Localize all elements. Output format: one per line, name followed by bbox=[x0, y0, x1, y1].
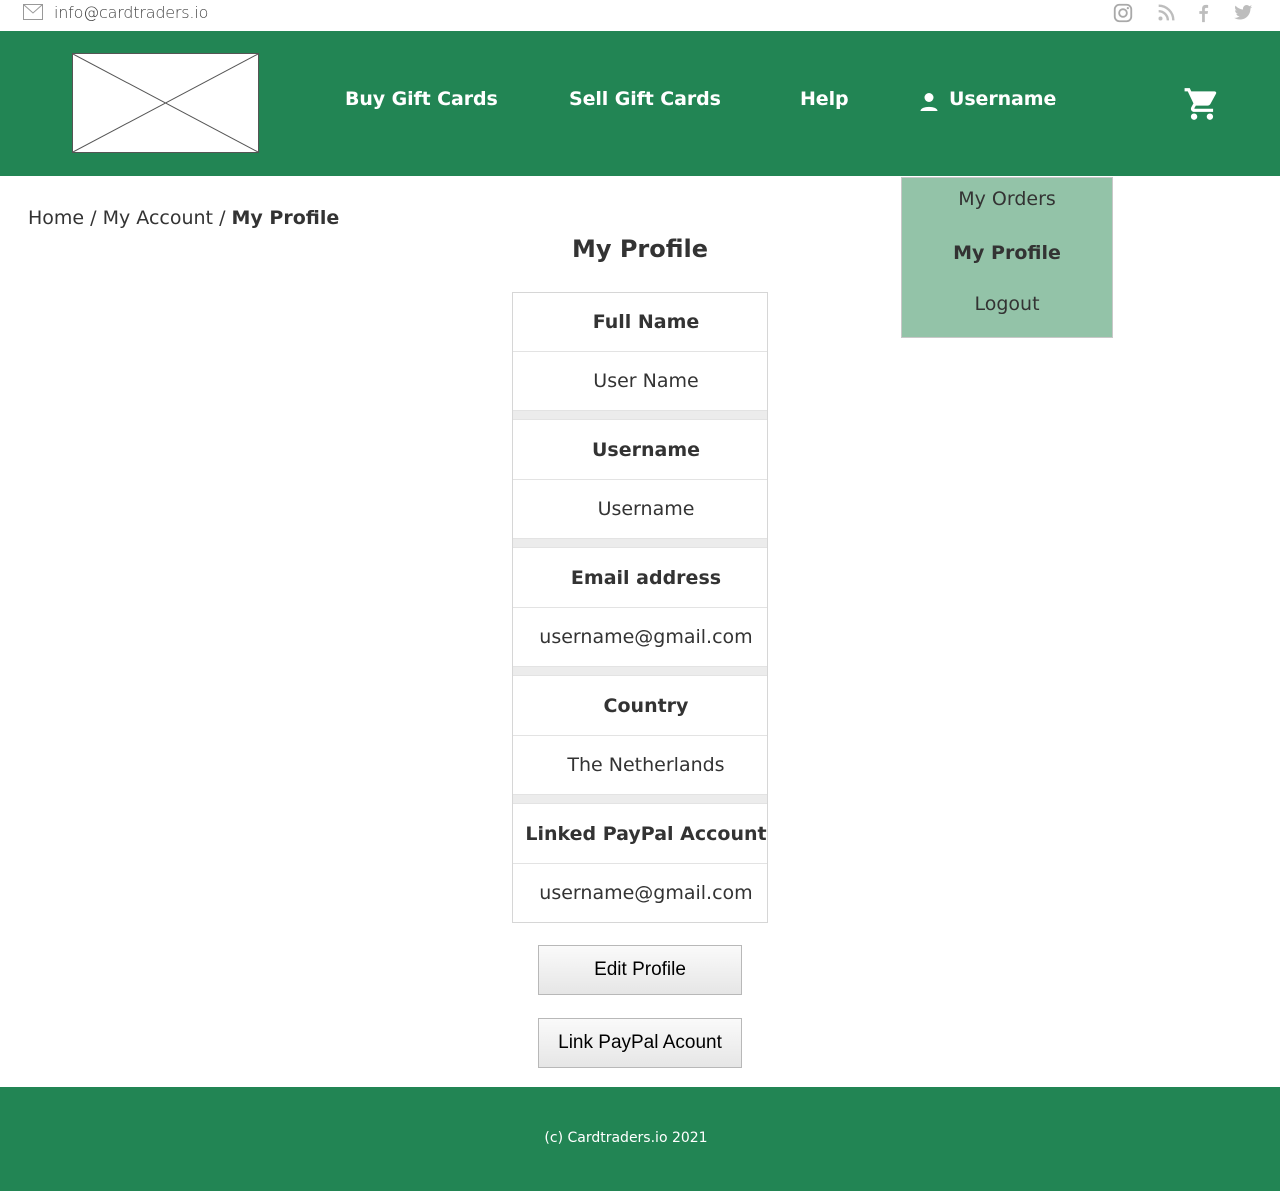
nav-buy-gift-cards[interactable]: Buy Gift Cards bbox=[345, 88, 498, 110]
footer-copyright: (c) Cardtraders.io 2021 bbox=[544, 1130, 708, 1146]
footer: (c) Cardtraders.io 2021 bbox=[0, 1087, 1280, 1191]
breadcrumb-current: My Profile bbox=[231, 207, 340, 229]
rss-icon[interactable] bbox=[1154, 2, 1178, 24]
main-header: Buy Gift Cards Sell Gift Cards Help User… bbox=[0, 31, 1280, 176]
field-separator bbox=[513, 794, 767, 804]
email-label: Email address bbox=[570, 567, 722, 589]
page-title: My Profile bbox=[571, 235, 709, 263]
dropdown-item-my-profile[interactable]: My Profile bbox=[902, 242, 1112, 264]
breadcrumb-separator: / bbox=[219, 207, 226, 229]
row-divider bbox=[513, 607, 767, 608]
profile-details: Full Name User Name Username Username Em… bbox=[512, 292, 768, 923]
nav-sell-gift-cards[interactable]: Sell Gift Cards bbox=[569, 88, 721, 110]
paypal-account-value: username@gmail.com bbox=[539, 882, 753, 904]
user-icon[interactable] bbox=[918, 91, 940, 113]
row-divider bbox=[513, 735, 767, 736]
cart-icon[interactable] bbox=[1183, 85, 1221, 123]
field-separator bbox=[513, 666, 767, 676]
full-name-value: User Name bbox=[593, 370, 699, 392]
breadcrumb-separator: / bbox=[90, 207, 97, 229]
breadcrumb-home[interactable]: Home bbox=[28, 207, 84, 229]
nav-username-menu[interactable]: Username bbox=[949, 88, 1056, 110]
paypal-account-label: Linked PayPal Account bbox=[525, 823, 767, 845]
edit-profile-button[interactable]: Edit Profile bbox=[538, 945, 742, 995]
full-name-label: Full Name bbox=[592, 311, 700, 333]
breadcrumb: Home / My Account / My Profile bbox=[28, 207, 339, 229]
user-dropdown-menu: My Orders My Profile Logout bbox=[901, 177, 1113, 338]
field-separator bbox=[513, 538, 767, 548]
twitter-icon[interactable] bbox=[1231, 2, 1255, 24]
dropdown-item-my-orders[interactable]: My Orders bbox=[902, 188, 1112, 210]
field-separator bbox=[513, 410, 767, 420]
email-value: username@gmail.com bbox=[539, 626, 753, 648]
mail-icon bbox=[23, 4, 43, 20]
dropdown-item-logout[interactable]: Logout bbox=[902, 293, 1112, 315]
username-label: Username bbox=[591, 439, 701, 461]
contact-email-link[interactable]: info@cardtraders.io bbox=[54, 3, 208, 22]
breadcrumb-my-account[interactable]: My Account bbox=[103, 207, 213, 229]
link-paypal-button[interactable]: Link PayPal Acount bbox=[538, 1018, 742, 1068]
row-divider bbox=[513, 351, 767, 352]
top-bar: info@cardtraders.io bbox=[0, 0, 1280, 31]
image-placeholder-icon bbox=[73, 54, 258, 152]
username-value: Username bbox=[597, 498, 695, 520]
row-divider bbox=[513, 479, 767, 480]
row-divider bbox=[513, 863, 767, 864]
facebook-icon[interactable] bbox=[1191, 2, 1215, 24]
instagram-icon[interactable] bbox=[1111, 2, 1135, 24]
country-value: The Netherlands bbox=[567, 754, 725, 776]
nav-help[interactable]: Help bbox=[800, 88, 849, 110]
country-label: Country bbox=[603, 695, 689, 717]
logo-placeholder[interactable] bbox=[72, 53, 259, 153]
